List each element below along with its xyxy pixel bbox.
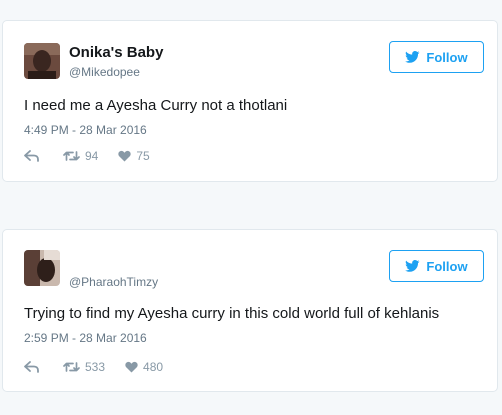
like-count: 480 [143,360,164,374]
user-handle[interactable]: @Mikedopee [69,65,140,79]
like-button[interactable]: 480 [125,360,163,374]
display-name[interactable]: Onika's Baby [69,44,163,61]
follow-label: Follow [426,49,468,65]
heart-icon [118,150,132,162]
twitter-bird-icon [405,260,420,272]
follow-button[interactable]: Follow [389,41,484,73]
heart-icon [125,361,138,373]
retweet-button[interactable]: 94 [63,149,98,163]
tweet-card: @PharaohTimzy Follow Trying to find my A… [2,229,498,392]
retweet-count: 533 [85,360,106,374]
tweet-timestamp[interactable]: 4:49 PM - 28 Mar 2016 [24,123,147,137]
tweet-timestamp[interactable]: 2:59 PM - 28 Mar 2016 [24,331,147,345]
avatar[interactable] [24,43,60,79]
retweet-icon [63,362,80,372]
tweet-actions: 533 480 [24,360,163,374]
twitter-bird-icon [405,51,420,63]
tweet-text: I need me a Ayesha Curry not a thotlani [24,97,288,114]
retweet-button[interactable]: 533 [63,360,105,374]
avatar[interactable] [24,250,60,286]
tweet-card: Onika's Baby @Mikedopee Follow I need me… [2,20,498,182]
retweet-icon [63,151,80,161]
retweet-count: 94 [85,149,99,163]
reply-button[interactable] [24,361,39,373]
tweet-text: Trying to find my Ayesha curry in this c… [24,305,440,322]
tweet-actions: 94 75 [24,149,150,163]
reply-icon [24,150,39,162]
like-count: 75 [136,149,150,163]
user-handle[interactable]: @PharaohTimzy [69,275,158,289]
like-button[interactable]: 75 [118,149,150,163]
reply-icon [24,361,39,373]
follow-label: Follow [426,258,468,274]
follow-button[interactable]: Follow [389,250,484,282]
reply-button[interactable] [24,150,39,162]
